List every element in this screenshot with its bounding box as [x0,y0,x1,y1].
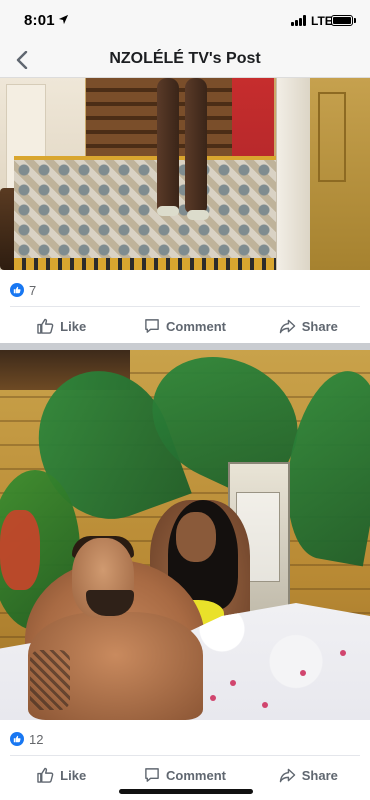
comment-label: Comment [166,767,226,783]
post-actions: Like Comment Share [0,758,370,792]
share-icon [279,319,295,333]
comment-label: Comment [166,318,226,334]
home-indicator[interactable] [119,789,253,794]
comment-icon [145,319,159,333]
like-button[interactable]: Like [0,309,123,343]
status-bar: 8:01 LTE [0,0,370,44]
reaction-summary[interactable]: 12 [10,729,43,749]
reaction-count: 7 [29,282,37,298]
like-label: Like [60,318,87,334]
like-reaction-icon [10,283,24,297]
post-photo[interactable] [0,78,370,270]
battery-icon [331,15,353,26]
comment-button[interactable]: Comment [123,758,246,792]
divider [10,306,360,307]
page-title: NZOLÉLÉ TV's Post [109,50,261,67]
post-photo[interactable] [0,350,370,720]
share-button[interactable]: Share [247,758,370,792]
location-arrow-icon [58,14,69,25]
share-label: Share [301,318,338,334]
reaction-count: 12 [29,731,44,747]
like-label: Like [60,767,87,783]
nav-bar: NZOLÉLÉ TV's Post [0,44,370,78]
reaction-summary[interactable]: 7 [10,280,36,300]
share-label: Share [301,767,338,783]
like-reaction-icon [10,732,24,746]
thumbs-up-icon [37,318,54,334]
battery-nub [354,18,356,23]
share-button[interactable]: Share [247,309,370,343]
status-time: 8:01 [24,12,55,29]
post-actions: Like Comment Share [0,309,370,343]
post-separator [0,343,370,350]
signal-icon [291,15,309,26]
comment-icon [145,768,159,782]
like-button[interactable]: Like [0,758,123,792]
share-icon [279,768,295,782]
thumbs-up-icon [37,767,54,783]
comment-button[interactable]: Comment [123,309,246,343]
divider [10,755,360,756]
network-label: LTE [311,14,333,28]
